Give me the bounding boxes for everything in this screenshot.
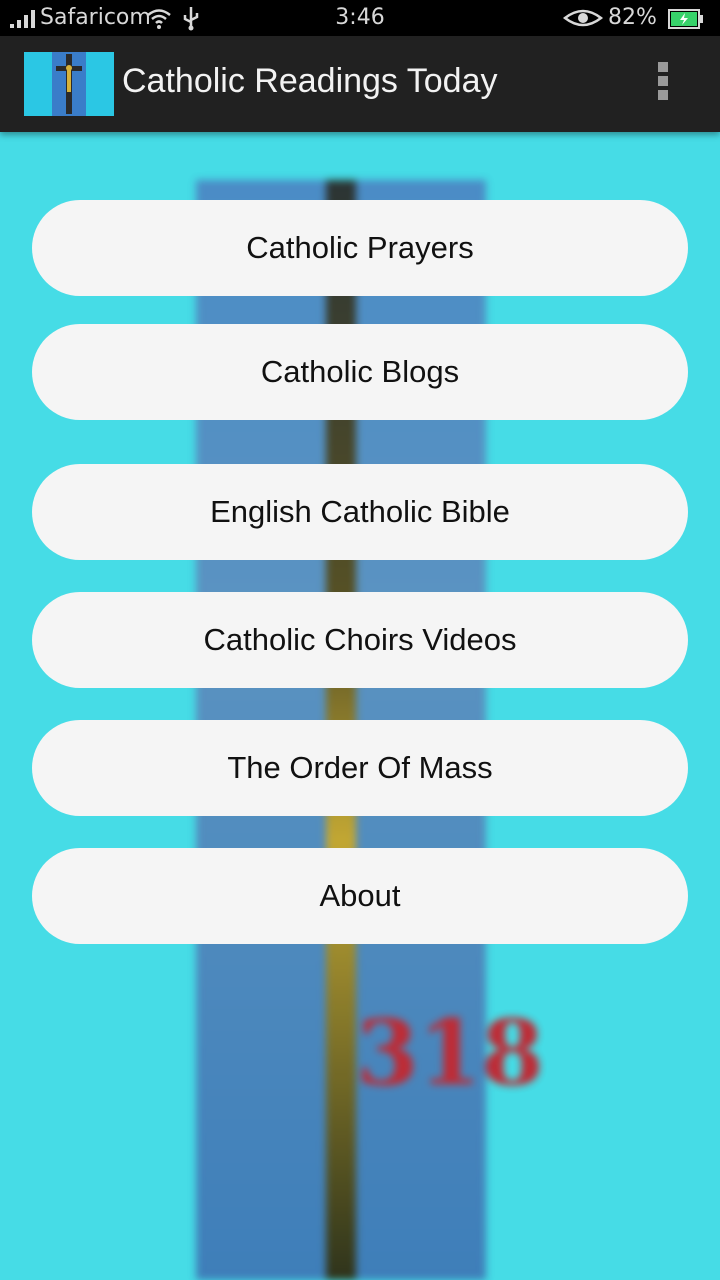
status-bar: Safaricom 3:46 82% [0,0,720,36]
crucifix-icon [52,52,86,116]
about-button[interactable]: About [32,848,688,944]
app-bar: Catholic Readings Today [0,36,720,132]
overflow-menu-icon[interactable] [648,62,678,108]
eye-icon [563,9,603,27]
order-of-mass-button[interactable]: The Order Of Mass [32,720,688,816]
english-catholic-bible-button[interactable]: English Catholic Bible [32,464,688,560]
catholic-prayers-button[interactable]: Catholic Prayers [32,200,688,296]
battery-percent: 82% [608,5,657,30]
app-title: Catholic Readings Today [122,62,498,100]
battery-charging-icon [668,9,703,29]
background-number: 318 [356,1000,544,1106]
app-logo [24,52,114,116]
catholic-choirs-videos-button[interactable]: Catholic Choirs Videos [32,592,688,688]
catholic-blogs-button[interactable]: Catholic Blogs [32,324,688,420]
